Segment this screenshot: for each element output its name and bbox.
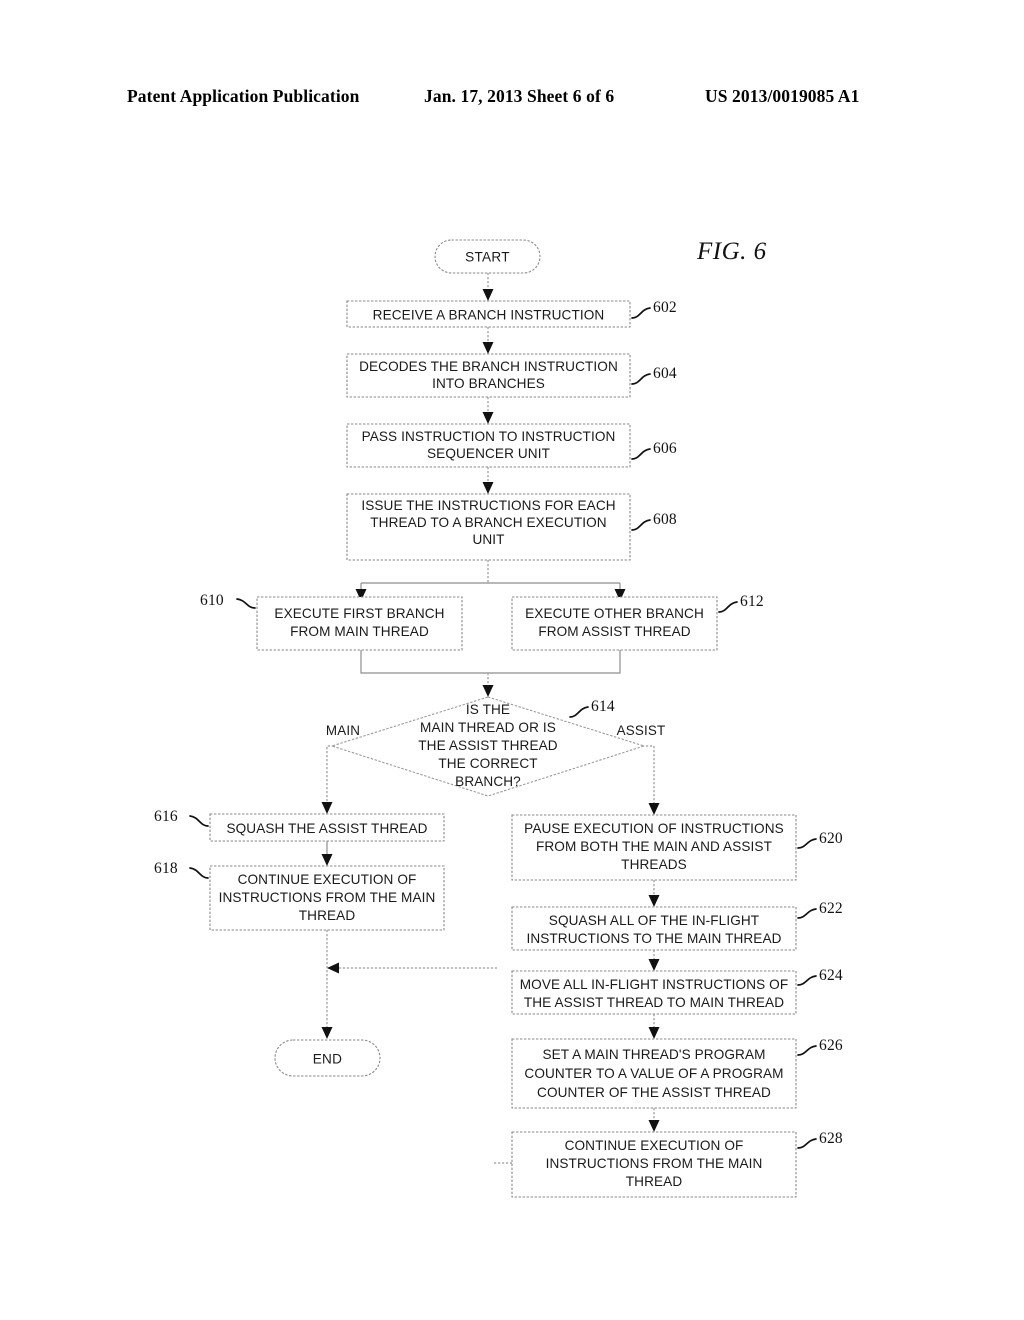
node-614-line-5: BRANCH? — [455, 774, 521, 789]
ref-number-618: 618 — [154, 860, 178, 877]
arrowhead-628 — [648, 1120, 660, 1132]
node-612-line-2: FROM ASSIST THREAD — [538, 624, 690, 639]
arrowhead-614 — [482, 685, 494, 697]
ref-number-622: 622 — [819, 900, 843, 917]
node-628: CONTINUE EXECUTION OF INSTRUCTIONS FROM … — [511, 1130, 843, 1198]
ref-number-626: 626 — [819, 1037, 843, 1054]
ref-number-604: 604 — [653, 365, 677, 382]
node-620-line-1: PAUSE EXECUTION OF INSTRUCTIONS — [524, 821, 784, 836]
node-end: END — [274, 1039, 381, 1077]
end-label: END — [313, 1052, 343, 1067]
node-618-line-2: INSTRUCTIONS FROM THE MAIN — [219, 890, 436, 905]
node-608-line-1: ISSUE THE INSTRUCTIONS FOR EACH — [361, 498, 615, 513]
node-614-line-1: IS THE — [466, 702, 510, 717]
node-616: SQUASH THE ASSIST THREAD 616 — [154, 808, 445, 842]
arrowhead-618 — [321, 854, 333, 866]
arrowhead-616 — [321, 802, 333, 814]
node-626-line-1: SET A MAIN THREAD'S PROGRAM — [542, 1047, 765, 1062]
node-620-line-2: FROM BOTH THE MAIN AND ASSIST — [536, 839, 772, 854]
node-620-line-3: THREADS — [621, 857, 687, 872]
node-622-line-2: INSTRUCTIONS TO THE MAIN THREAD — [526, 931, 781, 946]
node-614-line-3: THE ASSIST THREAD — [418, 738, 558, 753]
leader-628 — [797, 1138, 817, 1149]
ref-number-610: 610 — [200, 592, 224, 609]
node-614-line-4: THE CORRECT — [438, 756, 537, 771]
arrowhead-feedback-end — [327, 962, 339, 974]
edge-label-assist: ASSIST — [617, 723, 666, 738]
node-608: ISSUE THE INSTRUCTIONS FOR EACH THREAD T… — [346, 493, 677, 561]
node-606: PASS INSTRUCTION TO INSTRUCTION SEQUENCE… — [346, 423, 677, 468]
node-622-line-1: SQUASH ALL OF THE IN-FLIGHT — [549, 913, 759, 928]
node-618-line-1: CONTINUE EXECUTION OF — [238, 872, 417, 887]
node-610: EXECUTE FIRST BRANCH FROM MAIN THREAD 61… — [200, 592, 463, 651]
node-604: DECODES THE BRANCH INSTRUCTION INTO BRAN… — [346, 353, 677, 398]
leader-622 — [797, 908, 817, 919]
arrowhead-624 — [648, 959, 660, 971]
leader-612 — [718, 601, 738, 613]
arrowhead-end — [321, 1027, 333, 1039]
merge-bus-610-612 — [360, 650, 621, 674]
node-626-line-3: COUNTER OF THE ASSIST THREAD — [537, 1085, 771, 1100]
node-606-line-2: SEQUENCER UNIT — [427, 446, 550, 461]
node-624: MOVE ALL IN-FLIGHT INSTRUCTIONS OF THE A… — [511, 967, 843, 1015]
arrowhead-620 — [648, 803, 660, 815]
ref-number-628: 628 — [819, 1130, 843, 1147]
arrowhead-604 — [482, 342, 494, 354]
node-604-line-2: INTO BRANCHES — [432, 376, 545, 391]
leader-602 — [631, 307, 651, 319]
ref-number-606: 606 — [653, 440, 677, 457]
leader-614 — [569, 706, 589, 718]
leader-604 — [631, 373, 651, 385]
leader-606 — [631, 448, 651, 460]
ref-number-612: 612 — [740, 593, 764, 610]
node-606-line-1: PASS INSTRUCTION TO INSTRUCTION — [362, 429, 616, 444]
leader-610 — [236, 598, 256, 609]
ref-number-608: 608 — [653, 511, 677, 528]
edge-label-main: MAIN — [326, 723, 360, 738]
node-622: SQUASH ALL OF THE IN-FLIGHT INSTRUCTIONS… — [511, 900, 843, 951]
node-624-line-1: MOVE ALL IN-FLIGHT INSTRUCTIONS OF — [520, 977, 789, 992]
node-626-line-2: COUNTER TO A VALUE OF A PROGRAM — [524, 1066, 783, 1081]
ref-number-620: 620 — [819, 830, 843, 847]
node-604-line-1: DECODES THE BRANCH INSTRUCTION — [359, 359, 618, 374]
node-618-line-3: THREAD — [299, 908, 356, 923]
arrowhead-626 — [648, 1027, 660, 1039]
arrowhead-608 — [482, 482, 494, 494]
arrowhead-622 — [648, 895, 660, 907]
start-label: START — [465, 250, 510, 265]
leader-616 — [189, 815, 209, 827]
node-628-line-3: THREAD — [626, 1174, 683, 1189]
ref-number-602: 602 — [653, 299, 677, 316]
node-610-line-1: EXECUTE FIRST BRANCH — [274, 606, 444, 621]
node-612-line-1: EXECUTE OTHER BRANCH — [525, 606, 704, 621]
leader-608 — [631, 519, 651, 531]
ref-number-614: 614 — [591, 698, 615, 715]
node-602-line-1: RECEIVE A BRANCH INSTRUCTION — [373, 308, 605, 323]
node-608-line-3: UNIT — [472, 532, 504, 547]
node-602: RECEIVE A BRANCH INSTRUCTION 602 — [346, 299, 677, 328]
node-610-line-2: FROM MAIN THREAD — [290, 624, 429, 639]
node-626: SET A MAIN THREAD'S PROGRAM COUNTER TO A… — [511, 1037, 843, 1109]
node-620: PAUSE EXECUTION OF INSTRUCTIONS FROM BOT… — [511, 814, 843, 881]
node-628-line-2: INSTRUCTIONS FROM THE MAIN — [546, 1156, 763, 1171]
ref-number-624: 624 — [819, 967, 843, 984]
node-618: CONTINUE EXECUTION OF INSTRUCTIONS FROM … — [154, 860, 445, 931]
leader-626 — [797, 1045, 817, 1056]
node-608-line-2: THREAD TO A BRANCH EXECUTION — [370, 515, 606, 530]
leader-618 — [189, 867, 209, 879]
node-624-line-2: THE ASSIST THREAD TO MAIN THREAD — [524, 995, 784, 1010]
node-616-line-1: SQUASH THE ASSIST THREAD — [226, 821, 427, 836]
node-628-line-1: CONTINUE EXECUTION OF — [565, 1138, 744, 1153]
node-614-decision: IS THE MAIN THREAD OR IS THE ASSIST THRE… — [326, 696, 666, 797]
leader-624 — [797, 975, 817, 986]
node-614-line-2: MAIN THREAD OR IS — [420, 720, 556, 735]
flowchart-diagram: START RECEIVE A BRANCH INSTRUCTION 602 D… — [154, 239, 843, 1198]
arrowhead-602 — [482, 289, 494, 301]
node-612: EXECUTE OTHER BRANCH FROM ASSIST THREAD … — [511, 593, 764, 651]
ref-number-616: 616 — [154, 808, 178, 825]
arrowhead-606 — [482, 412, 494, 424]
node-start: START — [434, 239, 541, 274]
leader-620 — [797, 838, 817, 849]
patent-figure-page: Patent Application Publication Jan. 17, … — [0, 0, 1024, 1320]
